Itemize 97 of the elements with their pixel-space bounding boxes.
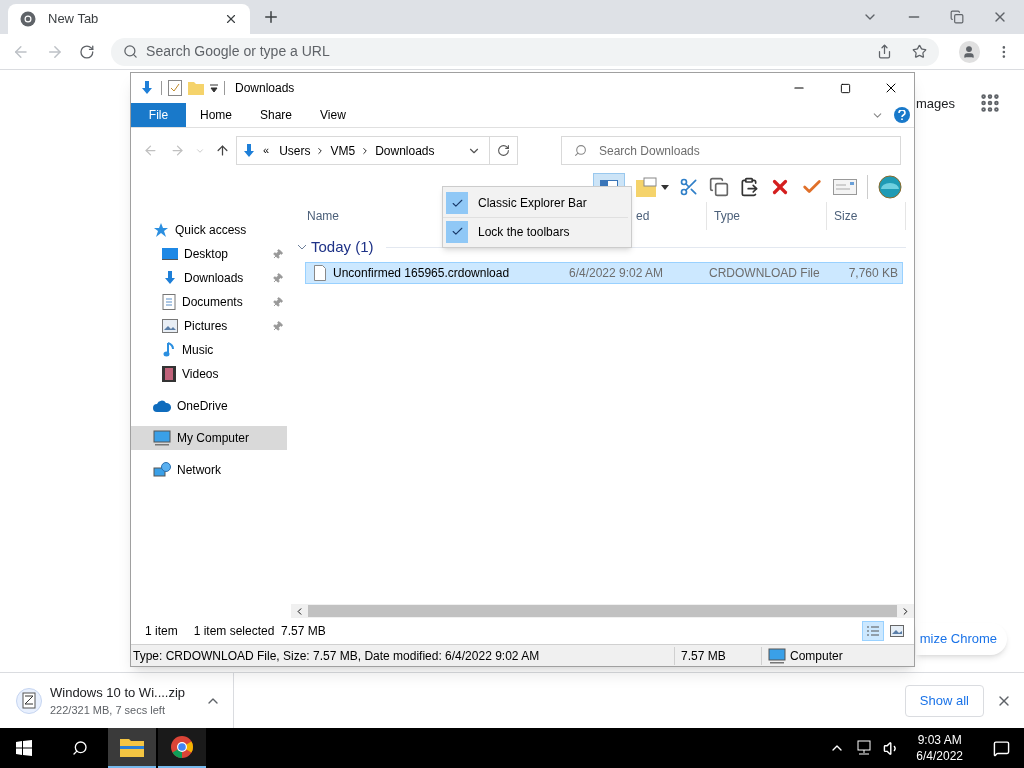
nav-item[interactable]: My Computer	[131, 426, 287, 450]
horizontal-scrollbar[interactable]	[291, 604, 914, 618]
customize-chrome-button[interactable]: mize Chrome	[916, 623, 1007, 655]
column-header[interactable]: Type	[706, 202, 826, 230]
file-row[interactable]: Unconfirmed 165965.crdownload 6/4/2022 9:02 AM CRDOWNLOAD File 7,760 KB	[305, 262, 903, 284]
details-list-icon	[866, 625, 880, 637]
tab-title: New Tab	[48, 10, 100, 29]
nav-item[interactable]: Documents	[131, 290, 287, 314]
window-title: Downloads	[235, 80, 295, 97]
music-note-icon	[162, 342, 176, 358]
up-icon[interactable]	[215, 143, 230, 158]
help-icon[interactable]	[894, 107, 910, 123]
download-status: 222/321 MB, 7 secs left	[50, 703, 166, 718]
address-bar[interactable]: « Users VM5 Downloads	[236, 136, 518, 165]
search-icon	[123, 44, 139, 59]
zip-file-icon	[16, 687, 42, 714]
nav-item[interactable]: Network	[131, 458, 287, 482]
ribbon-tab[interactable]: Share	[246, 103, 307, 127]
document-icon	[162, 294, 176, 310]
star-icon	[153, 222, 169, 238]
computer-icon	[153, 430, 171, 446]
file-date: 6/4/2022 9:02 AM	[568, 265, 665, 282]
breadcrumb-item[interactable]: Downloads	[375, 141, 435, 160]
restore-icon[interactable]	[950, 10, 964, 24]
cloud-icon	[153, 400, 171, 412]
ribbon-tab[interactable]: Home	[186, 103, 246, 127]
shell-icon[interactable]	[878, 175, 902, 199]
close-icon[interactable]	[224, 12, 238, 26]
picture-icon	[162, 319, 178, 333]
menu-item[interactable]: Classic Explorer Bar	[443, 189, 631, 217]
nav-item[interactable]: Quick access	[131, 218, 287, 242]
menu-item[interactable]: Lock the toolbars	[443, 217, 628, 245]
dropdown-caret-icon[interactable]	[210, 84, 218, 92]
file-size: 7,760 KB	[847, 265, 898, 282]
bookmark-star-icon[interactable]	[911, 44, 927, 59]
network-icon[interactable]	[855, 740, 874, 756]
file-icon	[314, 265, 326, 281]
chrome-logo-icon	[20, 11, 36, 27]
file-menu[interactable]: File	[131, 103, 186, 127]
dropdown-caret-icon[interactable]	[661, 184, 669, 190]
download-arrow-icon	[241, 142, 257, 159]
chrome-taskbar-button[interactable]	[158, 728, 206, 768]
download-name: Windows 10 to Wi....zip	[50, 683, 186, 702]
column-header[interactable]: Size	[826, 202, 906, 230]
maximize-icon[interactable]	[839, 82, 851, 94]
file-name: Unconfirmed 165965.crdownload	[333, 265, 510, 282]
download-arrow-icon	[162, 270, 178, 286]
images-link[interactable]: mages	[916, 94, 956, 114]
clock[interactable]: 9:03 AM 6/4/2022	[916, 732, 963, 764]
search-input[interactable]: Search Downloads	[599, 141, 888, 160]
notifications-icon[interactable]	[993, 739, 1010, 757]
nav-item[interactable]: Videos	[131, 362, 287, 386]
nav-item[interactable]: Music	[131, 338, 287, 362]
item-count: 1 item	[145, 623, 178, 640]
paste-icon[interactable]	[739, 177, 759, 197]
folder-icon	[120, 737, 144, 757]
nav-item[interactable]: Pictures	[131, 314, 287, 338]
breadcrumb-overflow[interactable]: «	[263, 142, 270, 159]
browser-tab[interactable]: New Tab	[8, 4, 250, 34]
show-all-button[interactable]: Show all	[904, 684, 984, 717]
status-size: 7.57 MB	[674, 646, 761, 665]
status-zone: Computer	[790, 647, 843, 665]
group-header[interactable]: Today (1)	[311, 235, 374, 259]
omnibox[interactable]: Search Google or type a URL	[111, 37, 939, 66]
picture-icon	[890, 625, 904, 637]
selection-info: 1 item selected 7.57 MB	[193, 623, 326, 640]
computer-icon	[768, 647, 786, 664]
download-arrow-icon	[139, 80, 155, 96]
properties-card-icon[interactable]	[833, 179, 857, 195]
new-tab-icon[interactable]	[262, 8, 280, 26]
properties-icon[interactable]	[168, 80, 182, 96]
windows-logo-icon[interactable]	[16, 740, 32, 756]
file-explorer-taskbar-button[interactable]	[108, 728, 156, 768]
apps-grid-icon[interactable]	[979, 92, 1001, 114]
nav-item[interactable]: Downloads	[131, 266, 287, 290]
search-field[interactable]: Search Downloads	[561, 136, 901, 165]
search-icon	[574, 144, 587, 157]
copy-icon[interactable]	[709, 177, 729, 197]
film-icon	[162, 366, 176, 382]
share-icon[interactable]	[876, 44, 892, 59]
ribbon-tab[interactable]: View	[306, 103, 360, 127]
network-icon	[153, 462, 171, 478]
nav-item[interactable]: OneDrive	[131, 394, 287, 418]
monitor-icon	[162, 247, 178, 261]
refresh-icon[interactable]	[497, 144, 510, 157]
status-info: Type: CRDOWNLOAD File, Size: 7.57 MB, Date modified: 6/4/2022 9:02 AM	[132, 647, 541, 665]
scrollbar-thumb[interactable]	[308, 605, 897, 617]
chrome-logo-icon	[170, 735, 194, 759]
group-toggle-icon[interactable]	[297, 242, 307, 252]
search-icon[interactable]	[72, 740, 88, 756]
reload-icon[interactable]	[79, 43, 96, 60]
nav-item[interactable]: Desktop	[131, 242, 287, 266]
breadcrumb-item[interactable]: VM5	[330, 141, 356, 160]
scissors-icon[interactable]	[679, 177, 699, 197]
profile-avatar[interactable]	[958, 40, 981, 63]
file-type: CRDOWNLOAD File	[708, 265, 821, 282]
breadcrumb-item[interactable]: Users	[279, 141, 311, 160]
